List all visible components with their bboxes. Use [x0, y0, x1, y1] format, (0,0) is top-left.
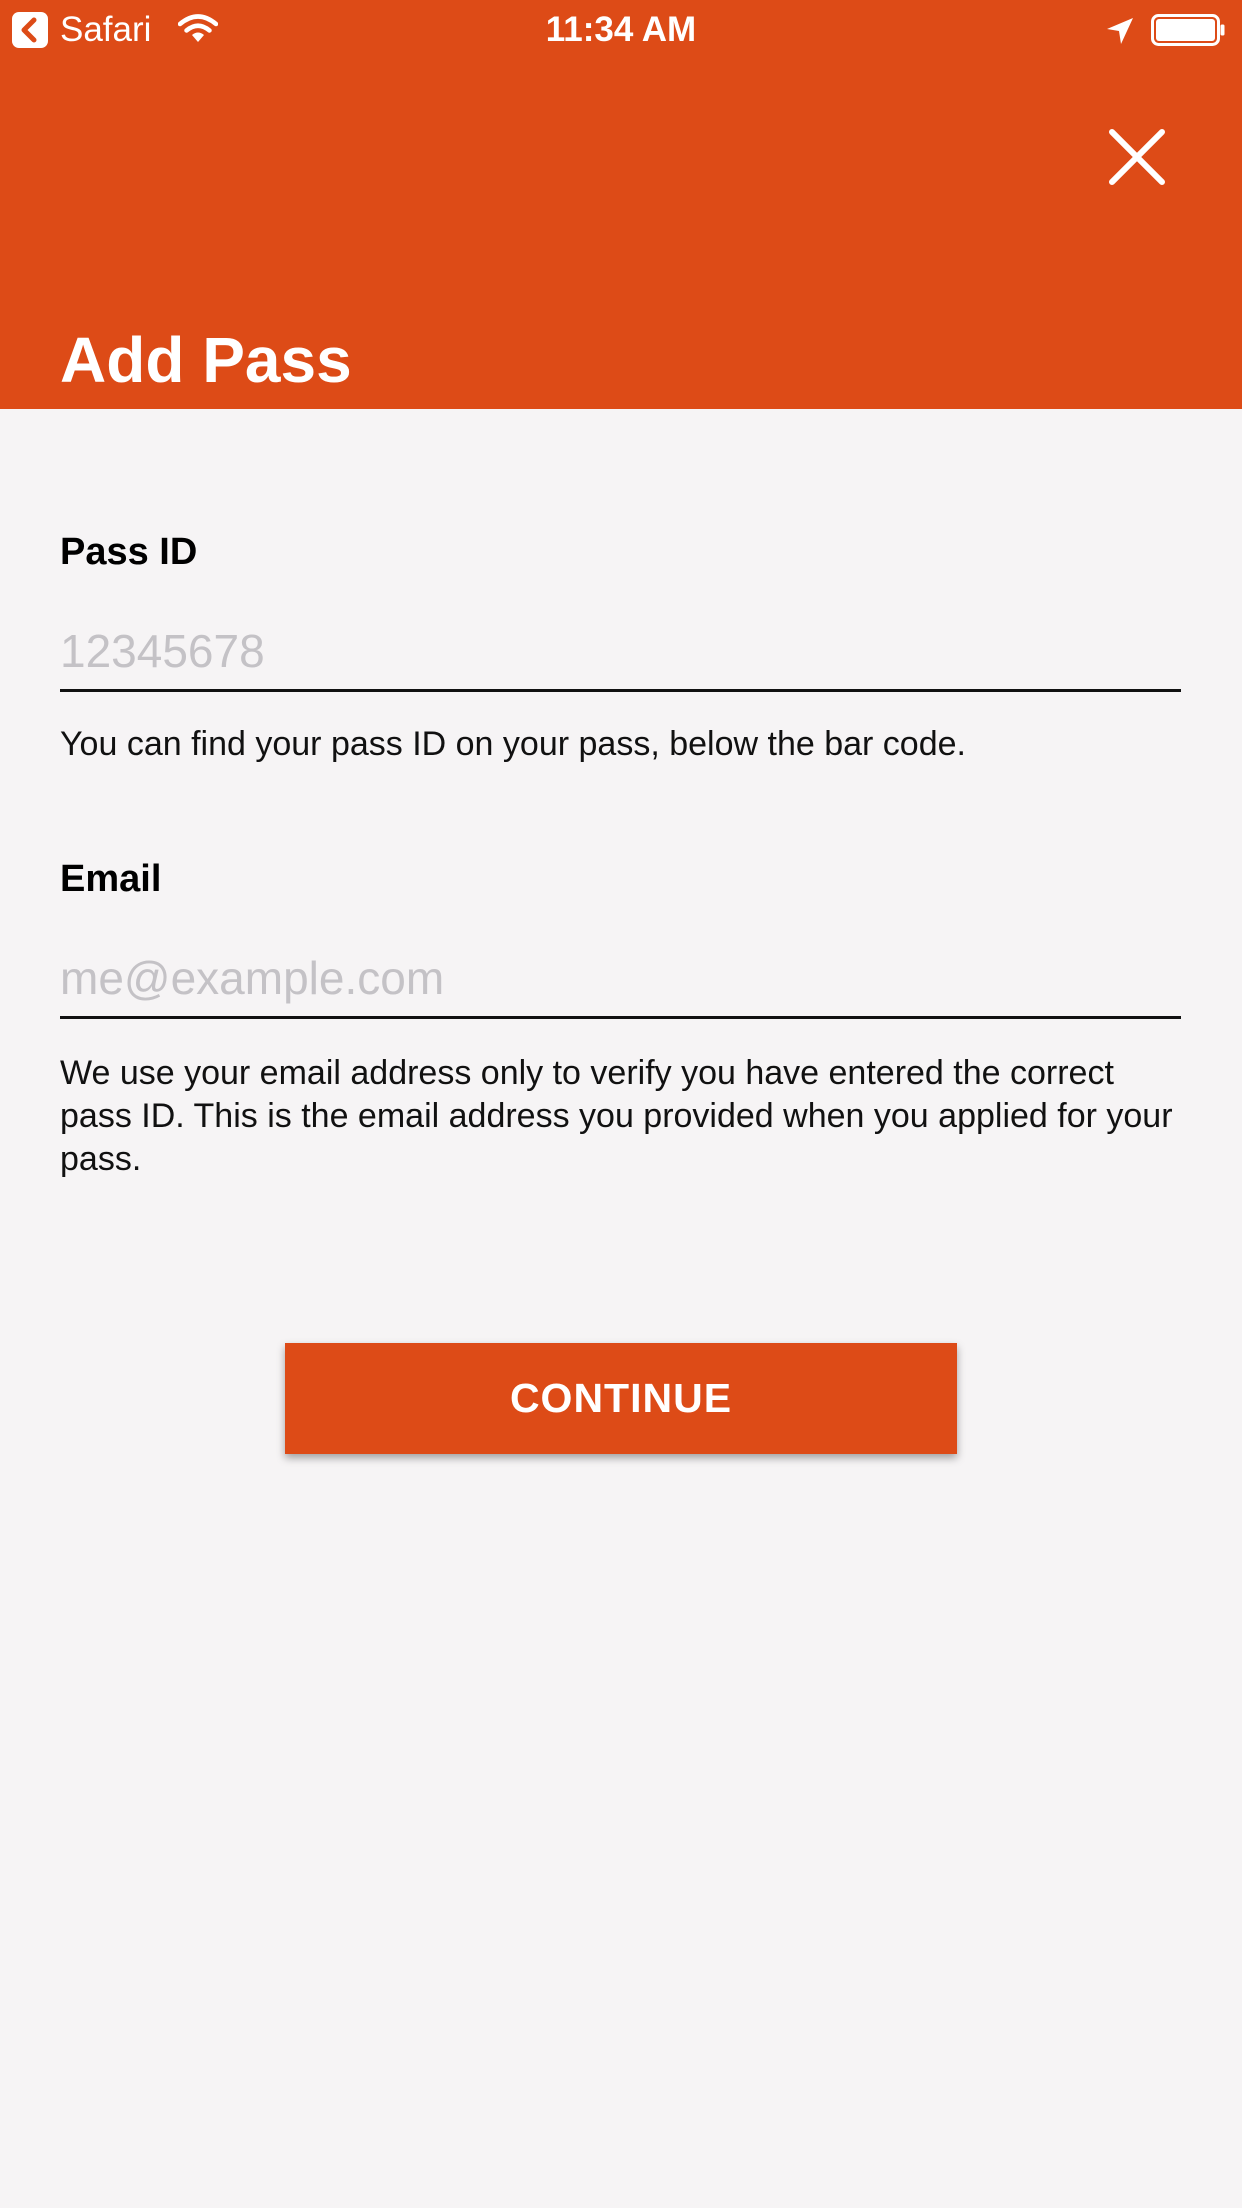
pass-id-label: Pass ID — [60, 531, 198, 573]
close-icon — [1109, 129, 1165, 185]
status-bar: Safari 11:34 AM — [0, 0, 1242, 60]
continue-button[interactable]: CONTINUE — [285, 1343, 957, 1454]
pass-id-help-text: You can find your pass ID on your pass, … — [60, 725, 966, 763]
status-time: 11:34 AM — [545, 10, 697, 49]
email-help-text: We use your email address only to verify… — [60, 1054, 1173, 1178]
location-arrow-icon — [1105, 16, 1135, 51]
pass-id-input[interactable] — [60, 612, 1181, 692]
email-input[interactable] — [60, 939, 1181, 1019]
page-title: Add Pass — [60, 324, 352, 396]
battery-icon — [1151, 14, 1227, 53]
email-label: Email — [60, 858, 162, 900]
header-bar: Safari 11:34 AM Add Pass — [0, 0, 1242, 409]
close-button[interactable] — [1100, 120, 1174, 194]
